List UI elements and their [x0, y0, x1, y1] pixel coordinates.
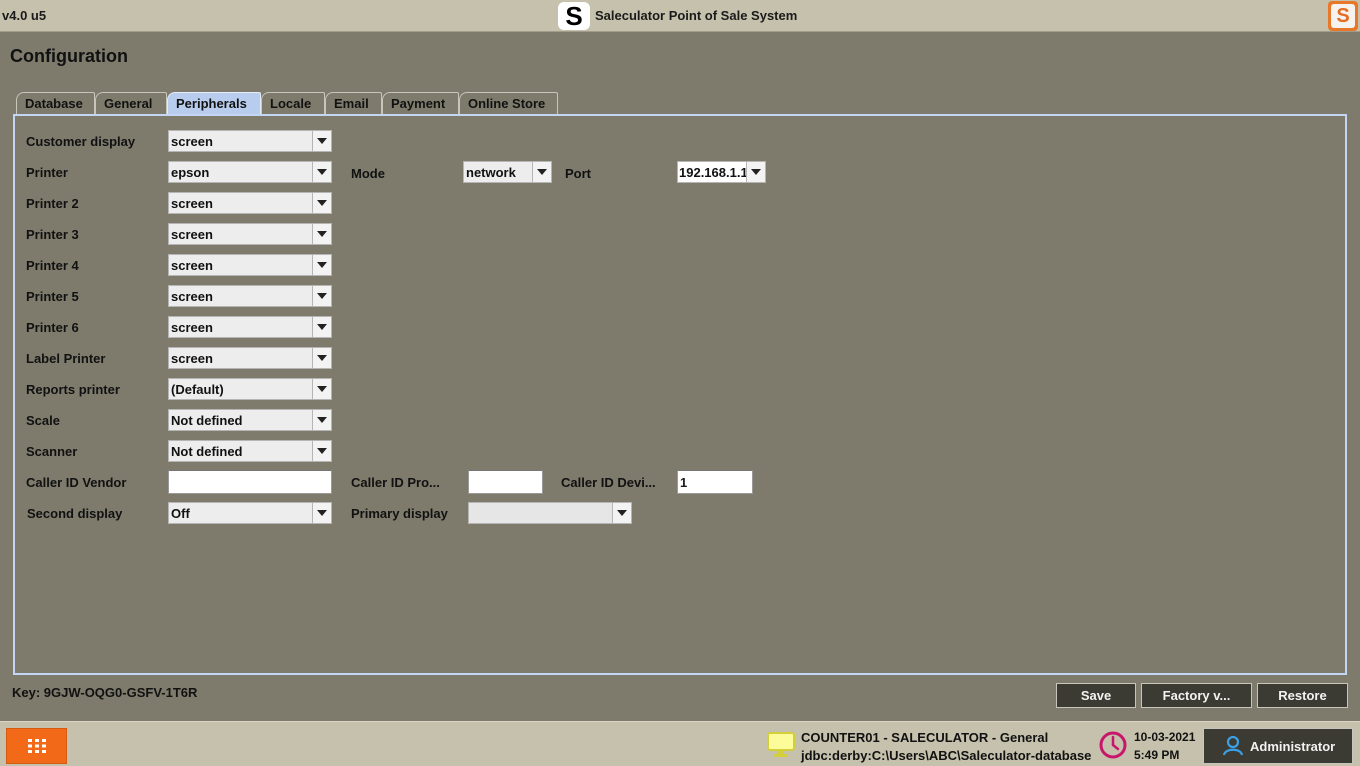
printer4-label: Printer 4 [26, 258, 79, 273]
app-title: Saleculator Point of Sale System [595, 8, 798, 23]
caller-id-product-label: Caller ID Pro... [351, 475, 440, 490]
scanner-select[interactable]: Not defined [168, 440, 332, 462]
caller-id-product-field[interactable] [468, 470, 543, 494]
chevron-down-icon[interactable] [312, 348, 331, 368]
printer-select[interactable]: epson [168, 161, 332, 183]
scanner-label: Scanner [26, 444, 78, 459]
mode-select[interactable]: network [463, 161, 552, 183]
tab-peripherals[interactable]: Peripherals [167, 92, 261, 114]
printer3-label: Printer 3 [26, 227, 79, 242]
tab-payment[interactable]: Payment [382, 92, 459, 114]
printer6-label: Printer 6 [26, 320, 79, 335]
corner-logo-icon: S [1328, 1, 1358, 31]
caller-id-vendor-field[interactable] [168, 470, 332, 494]
chevron-down-icon[interactable] [612, 503, 631, 523]
version-label: v4.0 u5 [2, 8, 47, 23]
menu-button[interactable] [6, 728, 67, 764]
chevron-down-icon[interactable] [312, 286, 331, 306]
label-printer-select[interactable]: screen [168, 347, 332, 369]
printer6-select[interactable]: screen [168, 316, 332, 338]
tab-online-store[interactable]: Online Store [459, 92, 558, 114]
date-display: 10-03-2021 [1134, 730, 1196, 744]
label-printer-label: Label Printer [26, 351, 106, 366]
tab-general[interactable]: General [95, 92, 167, 114]
time-display: 5:49 PM [1134, 748, 1180, 762]
chevron-down-icon[interactable] [312, 255, 331, 275]
grid-menu-icon [27, 739, 46, 753]
chevron-down-icon[interactable] [312, 131, 331, 151]
chevron-down-icon[interactable] [312, 193, 331, 213]
port-label: Port [565, 166, 591, 181]
chevron-down-icon[interactable] [312, 410, 331, 430]
status-bar: COUNTER01 - SALECULATOR - General jdbc:d… [0, 721, 1360, 766]
app-logo-icon: S [558, 2, 590, 30]
printer-label: Printer [26, 165, 68, 180]
chevron-down-icon[interactable] [312, 162, 331, 182]
printer4-select[interactable]: screen [168, 254, 332, 276]
scale-label: Scale [26, 413, 60, 428]
chevron-down-icon[interactable] [532, 162, 551, 182]
primary-display-select[interactable] [468, 502, 632, 524]
title-bar: v4.0 u5 S Saleculator Point of Sale Syst… [0, 0, 1360, 32]
tab-email[interactable]: Email [325, 92, 382, 114]
factory-values-button[interactable]: Factory v... [1141, 683, 1252, 708]
printer5-label: Printer 5 [26, 289, 79, 304]
restore-button[interactable]: Restore [1257, 683, 1348, 708]
second-display-label: Second display [27, 506, 123, 521]
chevron-down-icon[interactable] [312, 503, 331, 523]
reports-printer-label: Reports printer [26, 382, 120, 397]
printer2-label: Printer 2 [26, 196, 79, 211]
user-button[interactable]: Administrator [1203, 728, 1353, 764]
clock-icon [1099, 731, 1127, 759]
printer3-select[interactable]: screen [168, 223, 332, 245]
printer5-select[interactable]: screen [168, 285, 332, 307]
page-title: Configuration [10, 46, 128, 66]
license-key-text: Key: 9GJW-OQG0-GSFV-1T6R [12, 685, 198, 700]
database-info: jdbc:derby:C:\Users\ABC\Saleculator-data… [801, 748, 1092, 763]
monitor-icon [767, 732, 795, 757]
primary-display-label: Primary display [351, 506, 448, 521]
chevron-down-icon[interactable] [312, 379, 331, 399]
host-info: COUNTER01 - SALECULATOR - General [801, 730, 1049, 745]
chevron-down-icon[interactable] [312, 224, 331, 244]
user-icon [1222, 736, 1244, 756]
mode-label: Mode [351, 166, 385, 181]
port-select[interactable]: 192.168.1.1 [677, 161, 766, 183]
tab-locale[interactable]: Locale [261, 92, 325, 114]
save-button[interactable]: Save [1056, 683, 1136, 708]
customer-display-select[interactable]: screen [168, 130, 332, 152]
printer2-select[interactable]: screen [168, 192, 332, 214]
chevron-down-icon[interactable] [312, 441, 331, 461]
scale-select[interactable]: Not defined [168, 409, 332, 431]
caller-id-device-label: Caller ID Devi... [561, 475, 656, 490]
caller-id-device-field[interactable]: 1 [677, 470, 753, 494]
second-display-select[interactable]: Off [168, 502, 332, 524]
caller-id-vendor-label: Caller ID Vendor [26, 475, 127, 490]
chevron-down-icon[interactable] [746, 162, 765, 182]
reports-printer-select[interactable]: (Default) [168, 378, 332, 400]
tab-database[interactable]: Database [16, 92, 95, 114]
user-name: Administrator [1250, 738, 1336, 754]
chevron-down-icon[interactable] [312, 317, 331, 337]
customer-display-label: Customer display [26, 134, 136, 149]
